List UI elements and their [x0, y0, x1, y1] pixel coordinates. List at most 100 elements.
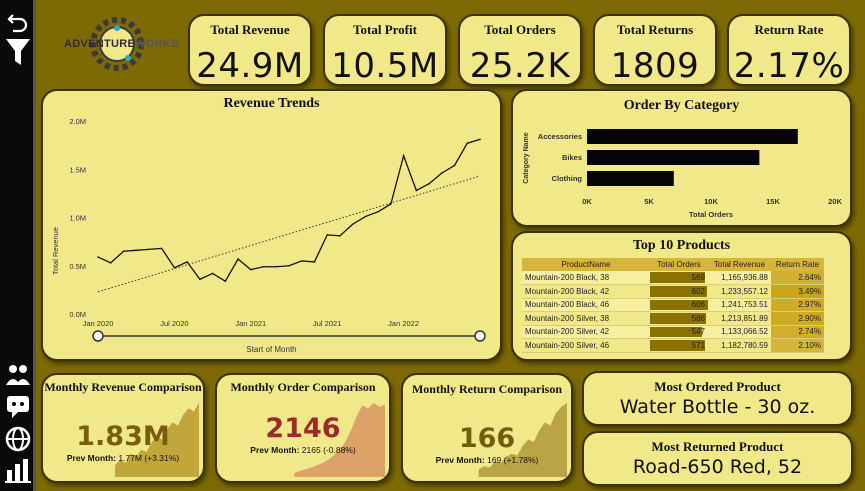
orders-cell: 586 [650, 311, 708, 326]
orders-cell: 571 [650, 338, 708, 353]
orders-value: 547 [691, 327, 705, 337]
col-product-name[interactable]: ProductName [522, 258, 650, 271]
customers-icon[interactable] [4, 362, 32, 390]
slider-end-handle[interactable] [474, 330, 486, 342]
y-tick-label: 0.0M [69, 310, 86, 319]
table-row[interactable]: Mountain-200 Silver, 42 547 1,133,066.52 2.… [522, 325, 824, 339]
x-tick-label: Jan 2022 [388, 319, 419, 328]
slider-label: Start of Month [246, 345, 297, 354]
orders-cell: 606 [650, 298, 708, 312]
x-tick-label: Jul 2021 [313, 319, 341, 328]
category-bar[interactable] [587, 129, 798, 144]
category-bar[interactable] [587, 171, 674, 186]
comparison-prev-month: Prev Month: 2165 (-0.88%) [217, 445, 389, 455]
y-axis-label: Total Revenue [51, 227, 60, 275]
y-tick-label: 0.5M [69, 262, 86, 271]
kpi-value: 10.5M [331, 46, 439, 86]
prev-value: 169 [487, 455, 502, 465]
most-returned-product-card: Most Returned Product Road-650 Red, 52 [582, 431, 853, 486]
top-10-products-title: Top 10 Products [632, 238, 731, 253]
x-tick-label: Jan 2020 [83, 319, 114, 328]
globe-icon[interactable] [4, 425, 32, 453]
x-axis-label: Total Orders [689, 210, 733, 219]
return-rate-cell: 2.97% [771, 298, 824, 312]
comparison-prev-month: Prev Month: 169 (+1.78%) [403, 455, 571, 465]
filter-icon[interactable] [4, 38, 32, 66]
logo-text-left: ADVENTURE [64, 38, 136, 50]
category-label: Clothing [552, 174, 583, 183]
product-name-cell: Mountain-200 Silver, 38 [522, 311, 650, 326]
kpi-title: Total Profit [353, 22, 417, 37]
kpi-total-profit: Total Profit 10.5M [323, 14, 447, 86]
kpi-value: 24.9M [196, 46, 304, 86]
x-tick-label: 5K [644, 197, 654, 206]
most-returned-value: Road-650 Red, 52 [632, 456, 803, 478]
x-tick-label: Jul 2020 [160, 319, 188, 328]
col-total-revenue[interactable]: Total Revenue [708, 258, 771, 271]
category-label: Accessories [538, 132, 582, 141]
kpi-total-returns: Total Returns 1809 [593, 14, 717, 86]
return-rate-cell: 2.74% [771, 325, 824, 339]
product-name-cell: Mountain-200 Silver, 42 [522, 325, 650, 339]
return-rate-cell: 3.49% [771, 284, 824, 299]
y-tick-label: 1.0M [69, 214, 86, 223]
x-tick-label: 20K [828, 197, 842, 206]
order-by-category-chart: Category Name Accessories Bikes Clothing 0… [523, 129, 842, 219]
table-row[interactable]: Mountain-200 Silver, 38 586 1,213,851.89 2.… [522, 311, 824, 326]
comparison-value: 2146 [265, 413, 341, 444]
revenue-series-line [97, 138, 481, 283]
kpi-title: Total Returns [616, 22, 694, 37]
col-return-rate[interactable]: Return Rate [771, 258, 824, 271]
prev-label: Prev Month: [250, 445, 300, 455]
prev-change: (+1.78%) [503, 455, 539, 465]
monthly-return-comparison: Monthly Return Comparison 166 Prev Month… [401, 373, 573, 483]
table-row[interactable]: Mountain-200 Black, 42 602 1,233,557.12 3.4… [522, 284, 824, 299]
orders-value: 586 [691, 313, 705, 323]
category-bar[interactable] [587, 150, 760, 165]
chart-icon[interactable] [4, 456, 32, 484]
back-icon[interactable] [4, 8, 32, 36]
prev-label: Prev Month: [66, 453, 116, 463]
revenue-cell: 1,133,066.52 [708, 325, 771, 339]
monthly-revenue-comparison: Monthly Revenue Comparison 1.83M Prev Mo… [41, 373, 205, 483]
orders-value: 569 [691, 273, 705, 282]
orders-value: 606 [691, 300, 705, 310]
kpi-title: Total Orders [484, 22, 556, 37]
x-tick-label: 10K [704, 197, 718, 206]
prev-value: 1.77M [118, 453, 142, 463]
most-ordered-product-card: Most Ordered Product Water Bottle - 30 o… [582, 371, 853, 426]
y-tick-label: 1.5M [69, 165, 86, 174]
kpi-value: 2.17% [733, 46, 845, 86]
monthly-order-comparison: Monthly Order Comparison 2146 Prev Month… [215, 373, 391, 483]
slider-start-handle[interactable] [92, 330, 104, 342]
product-name-cell: Mountain-200 Black, 46 [522, 298, 650, 312]
table-row[interactable]: Mountain-200 Silver, 46 571 1,182,780.59 2.… [522, 338, 824, 353]
x-tick-label: 0K [582, 197, 592, 206]
return-rate-cell: 2.10% [771, 338, 824, 353]
category-label: Bikes [562, 153, 582, 162]
prev-change: (+3.31%) [144, 453, 180, 463]
revenue-cell: 1,165,936.88 [708, 271, 771, 285]
col-total-orders[interactable]: Total Orders [650, 258, 708, 271]
table-header-row: ProductName Total Orders Total Revenue R… [522, 258, 824, 271]
orders-cell: 602 [650, 284, 708, 299]
order-by-category-panel: Order By Category Category Name Accessor… [511, 89, 852, 227]
product-name-cell: Mountain-200 Black, 42 [522, 284, 650, 299]
product-name-cell: Mountain-200 Black, 38 [522, 271, 650, 285]
sidebar-nav [0, 0, 36, 491]
orders-cell: 569 [650, 271, 708, 285]
comparison-value: 166 [458, 423, 516, 454]
kpi-title: Total Revenue [210, 22, 290, 37]
comparison-prev-month: Prev Month: 1.77M (+3.31%) [43, 453, 203, 463]
return-rate-cell: 2.64% [771, 271, 824, 285]
prev-value: 2165 [301, 445, 321, 455]
table-row[interactable]: Mountain-200 Black, 38 569 1,165,936.88 2.6… [522, 271, 824, 285]
revenue-trends-panel: Revenue Trends 0.0M 0.5M 1.0M 1.5M 2.0M Jan … [41, 89, 502, 361]
top-products-table: ProductName Total Orders Total Revenue R… [522, 258, 824, 353]
brand-logo: ADVENTUREWORKS [62, 12, 179, 74]
top-10-products-panel: Top 10 Products ProductName Total Orders… [511, 231, 852, 361]
revenue-cell: 1,241,753.51 [708, 298, 771, 312]
reviews-icon[interactable] [4, 393, 32, 421]
table-row[interactable]: Mountain-200 Black, 46 606 1,241,753.51 2.9… [522, 298, 824, 312]
product-name-cell: Mountain-200 Silver, 46 [522, 338, 650, 353]
